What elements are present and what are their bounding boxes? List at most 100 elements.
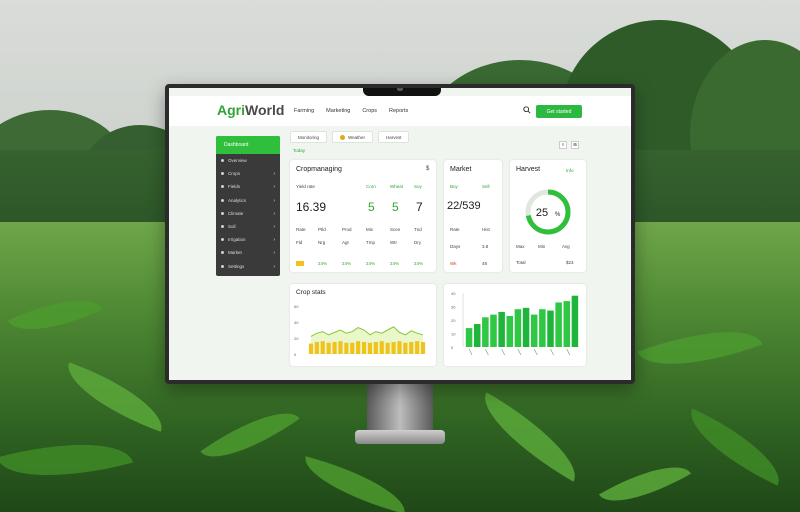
x-tick [550,348,554,356]
card-title: Market [450,166,472,173]
row-cell: Fld [296,240,303,245]
sidebar-item-label: Fields [228,184,241,190]
bar [350,342,355,354]
sidebar-item[interactable]: Analytics › [216,194,280,207]
sidebar-item-label: Market [228,250,242,256]
row-cell: Wk [450,261,457,266]
search-icon[interactable] [523,106,531,114]
bullet-icon [221,185,224,189]
donut-unit: % [555,212,561,218]
bullet-icon [221,198,224,202]
row-cell: Wtr [390,240,397,245]
col-head: Soy [414,184,422,189]
bullet-icon [221,251,224,255]
grid-view-icon[interactable]: ⊞ [571,141,579,149]
col-head: Corn [366,184,376,189]
bar [415,341,420,354]
x-tick [533,348,538,356]
nav-item[interactable]: Marketing [326,108,350,114]
harvest-donut: 25 % [525,189,571,235]
bullet-icon [221,211,224,215]
bar [539,309,546,347]
card-title: Crop stats [296,289,326,296]
chip-monitoring[interactable]: Monitoring [290,131,328,143]
sidebar-item[interactable]: Soil › [216,220,280,233]
row-cell: Rate [296,227,306,232]
row-cell: 24% [366,261,376,266]
bar [473,324,481,347]
big-value: 16.39 [296,200,327,214]
nav-item[interactable]: Crops [362,108,377,114]
card-title: Cropmanaging [296,166,342,173]
col-head: Sell [482,184,490,189]
y-tick-label: 60 [294,304,299,309]
bar [344,342,349,354]
row-cell: 24% [342,261,352,266]
sidebar-item-dashboard[interactable]: Dashboard [216,136,280,154]
y-tick-label: 40 [294,320,299,325]
sidebar-item[interactable]: Climate › [216,207,280,220]
sidebar-item[interactable]: Settings › [216,260,280,273]
row-cell: Days [450,244,461,249]
sidebar-item[interactable]: Overview [216,154,280,167]
bar [465,328,473,347]
row-cell: 24% [318,261,328,266]
bar [391,342,396,354]
big-value: 7 [416,200,423,214]
row-cell: 48 [482,261,488,266]
nav-item[interactable]: Farming [294,108,314,114]
sidebar-item[interactable]: Fields › [216,180,280,193]
chevron-right-icon: › [273,171,275,178]
donut-value: 25 [536,207,548,219]
sidebar-item[interactable]: Crops › [216,167,280,180]
bar [332,342,337,354]
chip-harvest[interactable]: Harvest [377,131,410,143]
nav-item[interactable]: Reports [389,108,408,114]
y-tick-label: 30 [451,305,456,310]
growth-bar-chart: 40 30 20 10 0 [451,291,579,356]
bullet-icon [221,159,224,163]
bar [498,311,505,347]
chevron-right-icon: › [273,210,275,217]
row-cell: Mix [366,227,373,232]
bar [490,314,497,347]
row-cell: Dry [414,240,421,245]
row-cell: 24% [414,261,424,266]
row-cell: Tmp [366,240,375,245]
bar [555,302,562,347]
row-cell: Avg [562,244,570,249]
sidebar-item[interactable]: Irrigation › [216,233,280,246]
row-cell: Total [516,260,526,265]
bar [373,342,378,354]
x-tick [468,348,473,356]
filter-chips: Monitoring Weather Harvest [290,131,410,143]
chevron-right-icon: › [273,197,275,204]
chip-weather[interactable]: Weather [332,131,373,143]
chevron-right-icon: › [273,250,275,257]
list-view-icon[interactable]: ≡ [559,141,567,149]
sun-icon [340,134,346,140]
big-value: 5 [368,200,375,214]
sidebar-item-label: Irrigation [228,237,246,243]
bullet-icon [221,225,224,229]
row-cell: Tnd [414,227,422,232]
logo-world: World [245,102,285,118]
get-started-button[interactable]: Get started [536,105,582,118]
sidebar-item[interactable]: Market › [216,246,280,259]
bar [403,342,408,354]
sidebar-item-label: Climate [228,210,244,216]
growth-bar-card: 40 30 20 10 0 [444,284,586,366]
bar [514,309,522,347]
bar [409,342,414,354]
logo[interactable]: AgriWorld [217,102,284,118]
row-cell: Agr [342,240,350,245]
logo-agri: Agri [217,102,245,118]
sidebar-item-label: Soil [228,224,236,230]
bullet-icon [221,264,224,268]
x-tick [517,348,522,356]
bar [320,341,325,354]
bar [326,342,331,354]
row-cell: Prod [342,227,352,232]
bar [506,315,514,347]
main-nav: Farming Marketing Crops Reports [294,108,408,114]
